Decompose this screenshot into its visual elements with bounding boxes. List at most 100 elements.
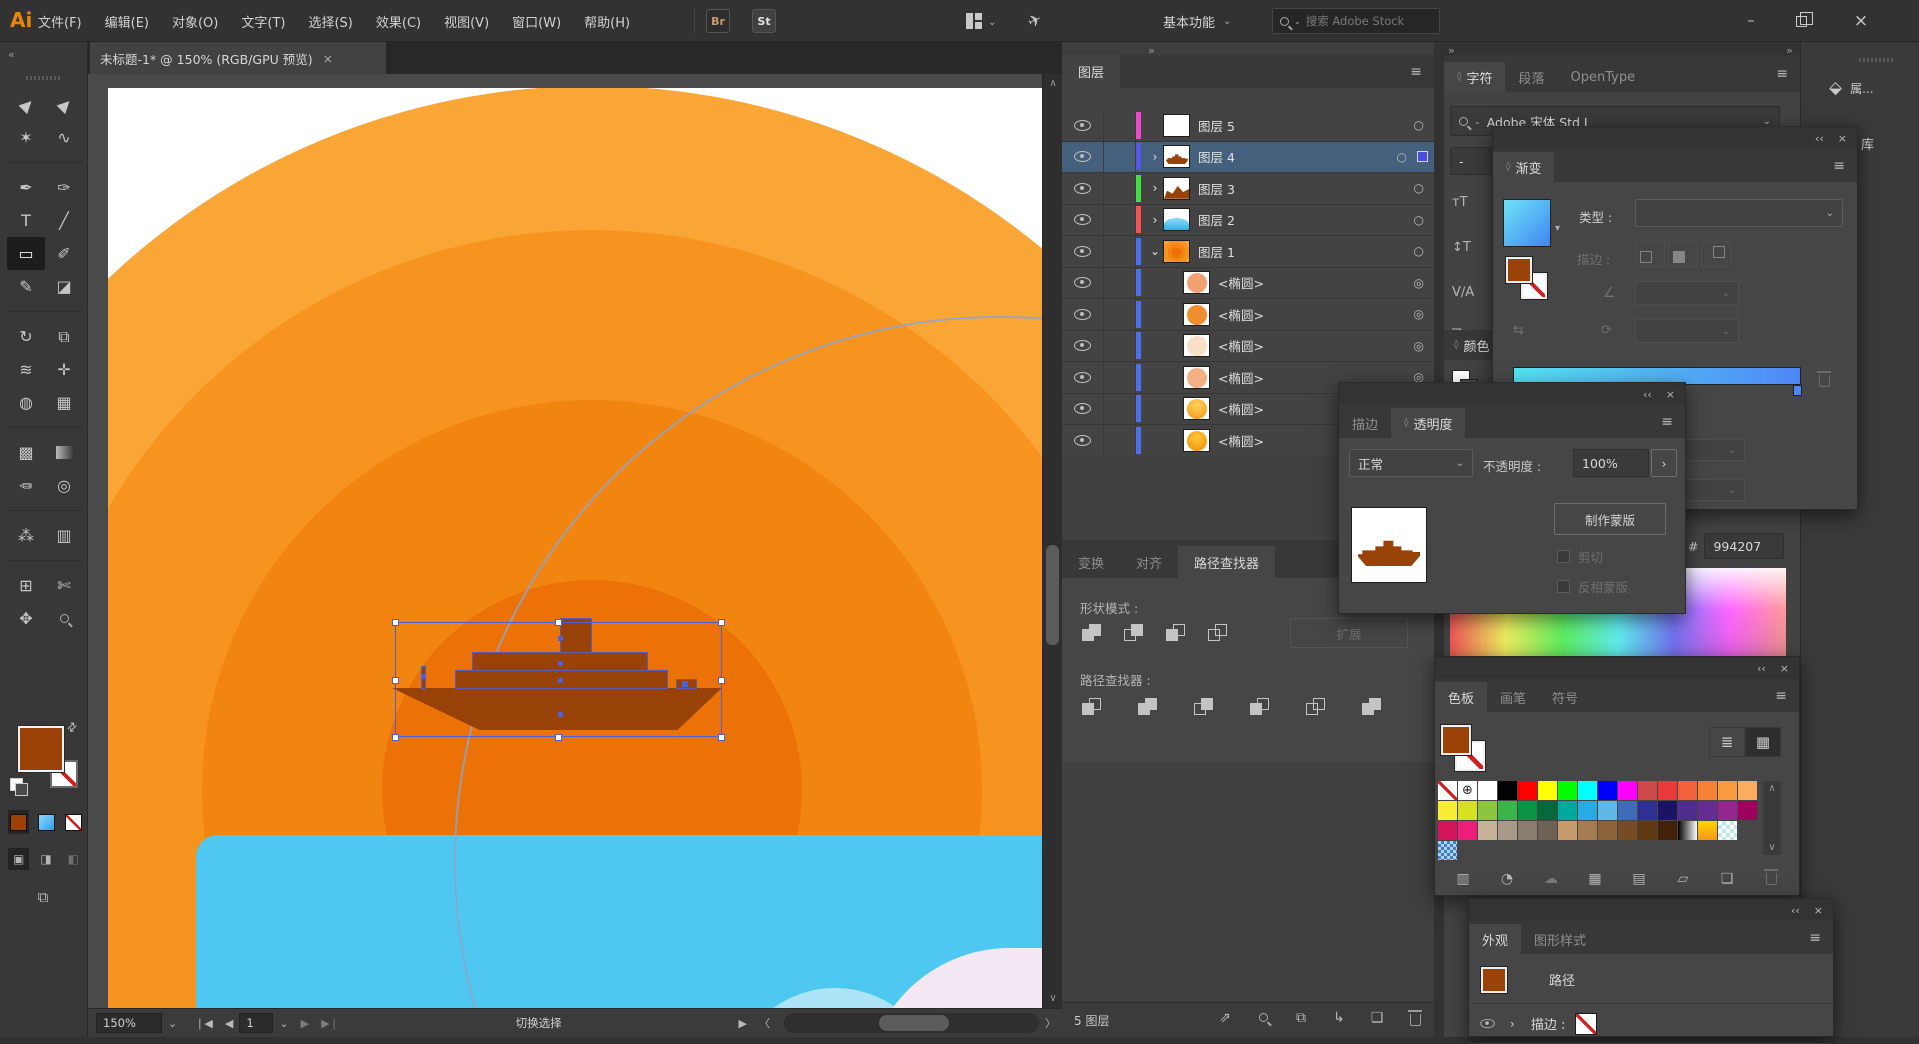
tab-paragraph[interactable]: 段落 bbox=[1505, 62, 1557, 92]
swatch[interactable] bbox=[1698, 781, 1717, 800]
selection-handle[interactable] bbox=[555, 619, 562, 626]
shape-builder-tool[interactable]: ◍ bbox=[7, 386, 45, 419]
swatch[interactable] bbox=[1738, 781, 1757, 800]
swatch[interactable] bbox=[1658, 781, 1677, 800]
layer-name[interactable]: <椭圆> bbox=[1218, 273, 1414, 292]
menu-item-8[interactable]: 帮助(H) bbox=[584, 12, 630, 31]
draw-behind-icon[interactable]: ◨ bbox=[35, 848, 56, 870]
menu-item-5[interactable]: 效果(C) bbox=[376, 12, 421, 31]
horizontal-scrollbar[interactable] bbox=[784, 1013, 1039, 1033]
appearance-row-path[interactable]: 路径 bbox=[1469, 956, 1833, 1004]
scrollbar-thumb[interactable] bbox=[879, 1015, 949, 1031]
swatch[interactable] bbox=[1498, 781, 1517, 800]
swatch[interactable] bbox=[1718, 821, 1737, 840]
exclude-button[interactable] bbox=[1204, 620, 1234, 646]
rail-item-properties[interactable]: ⬙ 属... bbox=[1829, 78, 1874, 98]
swatch-libraries-icon[interactable]: ▥ bbox=[1443, 871, 1483, 887]
expand-dock-icon[interactable]: ›› bbox=[1786, 44, 1791, 57]
tab-align[interactable]: 对齐 bbox=[1120, 546, 1178, 578]
tab-symbols[interactable]: 符号 bbox=[1539, 682, 1591, 712]
stroke-along-icon[interactable] bbox=[1668, 241, 1698, 267]
outline-button[interactable] bbox=[1302, 694, 1332, 720]
zoom-tool[interactable] bbox=[45, 602, 83, 635]
tab-transparency[interactable]: ◊透明度 bbox=[1391, 408, 1465, 438]
color-themes-icon[interactable]: ◔ bbox=[1487, 871, 1527, 887]
collapse-toolbar-icon[interactable]: ‹‹ bbox=[8, 48, 13, 61]
close-button[interactable]: × bbox=[1838, 0, 1884, 42]
stop-location-dropdown[interactable]: ⌄ bbox=[1685, 479, 1745, 501]
pen-tool[interactable]: ✒ bbox=[7, 171, 45, 204]
make-mask-button[interactable]: 制作蒙版 bbox=[1554, 503, 1666, 535]
visibility-cell[interactable] bbox=[1062, 362, 1104, 393]
hand-tool[interactable]: ✥ bbox=[7, 602, 45, 635]
stock-search-input[interactable]: ⌄ 搜索 Adobe Stock bbox=[1272, 8, 1440, 34]
layer-name[interactable]: 图层 1 bbox=[1198, 242, 1414, 261]
lock-cell[interactable] bbox=[1104, 362, 1136, 393]
crop-button[interactable] bbox=[1246, 694, 1276, 720]
clip-checkbox[interactable] bbox=[1557, 550, 1570, 563]
stroke-within-icon[interactable] bbox=[1635, 241, 1665, 267]
new-color-group-icon[interactable]: ▱ bbox=[1663, 871, 1703, 887]
visibility-cell[interactable] bbox=[1062, 205, 1104, 236]
swatch[interactable] bbox=[1638, 821, 1657, 840]
target-circle-icon[interactable]: ○ bbox=[1414, 213, 1424, 227]
close-panel-icon[interactable]: × bbox=[1666, 388, 1675, 401]
bridge-button[interactable]: Br bbox=[706, 9, 730, 33]
panel-menu-icon[interactable]: ≡ bbox=[1809, 930, 1821, 946]
swatch[interactable] bbox=[1438, 841, 1457, 860]
visibility-eye-icon[interactable] bbox=[1074, 340, 1091, 351]
menu-item-1[interactable]: 编辑(E) bbox=[105, 12, 149, 31]
none-button[interactable] bbox=[63, 810, 84, 834]
type-tool[interactable]: T bbox=[7, 204, 45, 237]
visibility-eye-icon[interactable] bbox=[1074, 277, 1091, 288]
scale-tool[interactable]: ⧉ bbox=[45, 320, 83, 353]
panel-menu-icon[interactable]: ≡ bbox=[1661, 414, 1673, 430]
swatch[interactable] bbox=[1598, 801, 1617, 820]
panel-menu-icon[interactable]: ≡ bbox=[1775, 688, 1787, 704]
swatch[interactable] bbox=[1538, 801, 1557, 820]
canvas[interactable] bbox=[88, 74, 1042, 1008]
layer-thumbnail[interactable] bbox=[1183, 303, 1210, 326]
paintbrush-tool[interactable]: ✐ bbox=[45, 237, 83, 270]
visibility-cell[interactable] bbox=[1062, 331, 1104, 362]
minus-front-button[interactable] bbox=[1120, 620, 1150, 646]
free-transform-tool[interactable]: ✛ bbox=[45, 353, 83, 386]
delete-swatch-icon[interactable] bbox=[1751, 869, 1791, 889]
tab-pathfinder[interactable]: 路径查找器 bbox=[1178, 546, 1275, 578]
swatch[interactable] bbox=[1438, 801, 1457, 820]
hex-value-field[interactable]: 994207 bbox=[1704, 533, 1784, 559]
visibility-cell[interactable] bbox=[1062, 236, 1104, 267]
scroll-left-icon[interactable]: 〈 bbox=[753, 1015, 776, 1031]
swatch[interactable] bbox=[1538, 781, 1557, 800]
swatch[interactable] bbox=[1738, 821, 1757, 840]
layer-thumbnail[interactable] bbox=[1183, 334, 1210, 357]
symbol-sprayer-tool[interactable]: ⁂ bbox=[7, 519, 45, 552]
curvature-tool[interactable]: ✑ bbox=[45, 171, 83, 204]
layer-name[interactable]: 图层 5 bbox=[1198, 116, 1414, 135]
divide-button[interactable] bbox=[1078, 694, 1108, 720]
visibility-eye-icon[interactable] bbox=[1074, 309, 1091, 320]
status-menu-icon[interactable]: ▶ bbox=[733, 1017, 753, 1030]
blend-tool[interactable]: ◎ bbox=[45, 469, 83, 502]
last-artboard-icon[interactable]: ▶❘ bbox=[315, 1017, 345, 1030]
visibility-eye-icon[interactable] bbox=[1074, 183, 1091, 194]
vertical-scrollbar[interactable]: ∧ ∨ bbox=[1042, 74, 1062, 1008]
delete-layer-icon[interactable] bbox=[1396, 1010, 1434, 1030]
gradient-fill-swatch[interactable] bbox=[1503, 199, 1551, 247]
tab-graphic-styles[interactable]: 图形样式 bbox=[1521, 924, 1599, 954]
layer-row[interactable]: ›图层 2○ bbox=[1062, 205, 1434, 237]
gradient-angle-dropdown[interactable]: ⌄ bbox=[1635, 281, 1739, 305]
layer-row[interactable]: <椭圆>◎ bbox=[1062, 331, 1434, 363]
swatch[interactable] bbox=[1678, 801, 1697, 820]
visibility-eye-icon[interactable] bbox=[1074, 120, 1091, 131]
lasso-tool[interactable]: ∿ bbox=[45, 121, 83, 154]
menu-item-4[interactable]: 选择(S) bbox=[308, 12, 352, 31]
swatch[interactable] bbox=[1538, 821, 1557, 840]
panel-menu-icon[interactable]: ≡ bbox=[1776, 66, 1788, 82]
magic-wand-tool[interactable]: ✶ bbox=[7, 121, 45, 154]
scrollbar-thumb[interactable] bbox=[1046, 545, 1059, 645]
opacity-field[interactable]: 100% bbox=[1573, 449, 1649, 477]
panel-grip[interactable] bbox=[26, 76, 62, 80]
shaper-tool[interactable]: ✎ bbox=[7, 270, 45, 303]
slice-tool[interactable]: ✄ bbox=[45, 569, 83, 602]
